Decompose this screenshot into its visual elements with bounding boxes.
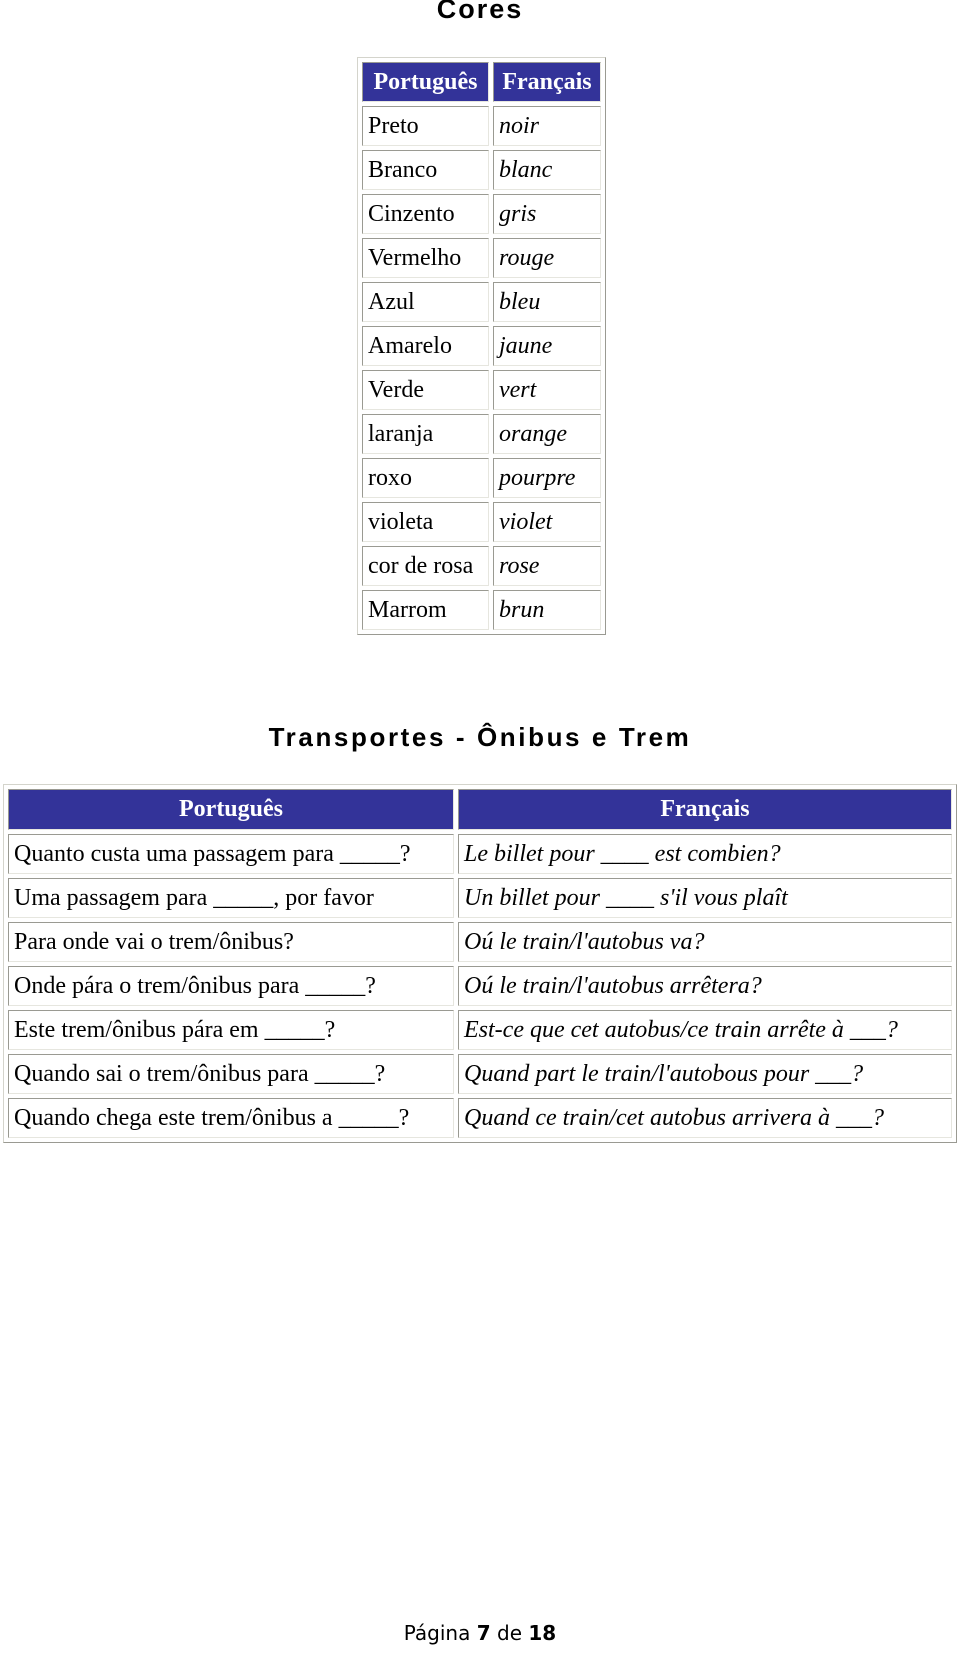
table-row: Quando sai o trem/ônibus para _____? Quan…: [8, 1054, 952, 1094]
portuguese-term: Amarelo: [362, 326, 489, 366]
portuguese-term: Verde: [362, 370, 489, 410]
transport-vocab-table: Português Français Quanto custa uma pass…: [3, 784, 957, 1143]
table-row: cor de rosa rose: [362, 546, 601, 586]
french-term: Le billet pour ____ est combien?: [458, 834, 952, 874]
portuguese-term: Este trem/ônibus pára em _____?: [8, 1010, 454, 1050]
table-header-row: Português Français: [362, 62, 601, 102]
table-row: Uma passagem para _____, por favor Un bil…: [8, 878, 952, 918]
table-row: Para onde vai o trem/ônibus? Oú le train/…: [8, 922, 952, 962]
french-term: Oú le train/l'autobus va?: [458, 922, 952, 962]
portuguese-term: violeta: [362, 502, 489, 542]
table-row: Cinzento gris: [362, 194, 601, 234]
french-term: Oú le train/l'autobus arrêtera?: [458, 966, 952, 1006]
french-term: gris: [493, 194, 601, 234]
table-row: Amarelo jaune: [362, 326, 601, 366]
french-term: Est-ce que cet autobus/ce train arrête à…: [458, 1010, 952, 1050]
table-row: Marrom brun: [362, 590, 601, 630]
table-row: laranja orange: [362, 414, 601, 454]
table-header-row: Português Français: [8, 789, 952, 830]
table-row: violeta violet: [362, 502, 601, 542]
portuguese-term: Quando chega este trem/ônibus a _____?: [8, 1098, 454, 1138]
french-term: vert: [493, 370, 601, 410]
french-term: noir: [493, 106, 601, 146]
french-term: blanc: [493, 150, 601, 190]
french-term: bleu: [493, 282, 601, 322]
french-term: Quand part le train/l'autobous pour ___?: [458, 1054, 952, 1094]
table-row: Este trem/ônibus pára em _____? Est-ce qu…: [8, 1010, 952, 1050]
portuguese-term: Vermelho: [362, 238, 489, 278]
colors-vocab-table: Português Français Preto noir Branco blanc C…: [357, 57, 606, 635]
column-header-portuguese: Português: [362, 62, 489, 102]
column-header-french: Français: [493, 62, 601, 102]
footer-prefix: Página: [403, 1621, 471, 1645]
french-term: jaune: [493, 326, 601, 366]
colors-table-body: Preto noir Branco blanc Cinzento gris Vermelho…: [362, 106, 601, 630]
french-term: pourpre: [493, 458, 601, 498]
portuguese-term: Azul: [362, 282, 489, 322]
french-term: Un billet pour ____ s'il vous plaît: [458, 878, 952, 918]
table-row: Verde vert: [362, 370, 601, 410]
transport-table-body: Quanto custa uma passagem para _____? Le …: [8, 834, 952, 1138]
column-header-french: Français: [458, 789, 952, 830]
section-title-colors: Cores: [436, 0, 524, 24]
portuguese-term: cor de rosa: [362, 546, 489, 586]
table-row: Azul bleu: [362, 282, 601, 322]
french-term: rouge: [493, 238, 601, 278]
portuguese-term: Cinzento: [362, 194, 489, 234]
portuguese-term: Quanto custa uma passagem para _____?: [8, 834, 454, 874]
portuguese-term: Preto: [362, 106, 489, 146]
current-page-number: 7: [476, 1621, 491, 1645]
table-row: Quando chega este trem/ônibus a _____? Qu…: [8, 1098, 952, 1138]
table-row: Preto noir: [362, 106, 601, 146]
table-row: Branco blanc: [362, 150, 601, 190]
french-term: orange: [493, 414, 601, 454]
portuguese-term: Para onde vai o trem/ônibus?: [8, 922, 454, 962]
table-row: roxo pourpre: [362, 458, 601, 498]
footer-separator: de: [497, 1621, 523, 1645]
section-title-transport: Transportes - Ônibus e Trem: [268, 722, 692, 752]
column-header-portuguese: Português: [8, 789, 454, 830]
portuguese-term: Marrom: [362, 590, 489, 630]
portuguese-term: roxo: [362, 458, 489, 498]
total-pages-number: 18: [528, 1621, 557, 1645]
french-term: brun: [493, 590, 601, 630]
french-term: violet: [493, 502, 601, 542]
portuguese-term: Quando sai o trem/ônibus para _____?: [8, 1054, 454, 1094]
portuguese-term: laranja: [362, 414, 489, 454]
table-row: Vermelho rouge: [362, 238, 601, 278]
portuguese-term: Onde pára o trem/ônibus para _____?: [8, 966, 454, 1006]
page-number-footer: Página 7 de 18: [0, 1621, 960, 1645]
french-term: Quand ce train/cet autobus arrivera à __…: [458, 1098, 952, 1138]
portuguese-term: Uma passagem para _____, por favor: [8, 878, 454, 918]
table-row: Onde pára o trem/ônibus para _____? Oú le…: [8, 966, 952, 1006]
french-term: rose: [493, 546, 601, 586]
portuguese-term: Branco: [362, 150, 489, 190]
table-row: Quanto custa uma passagem para _____? Le …: [8, 834, 952, 874]
